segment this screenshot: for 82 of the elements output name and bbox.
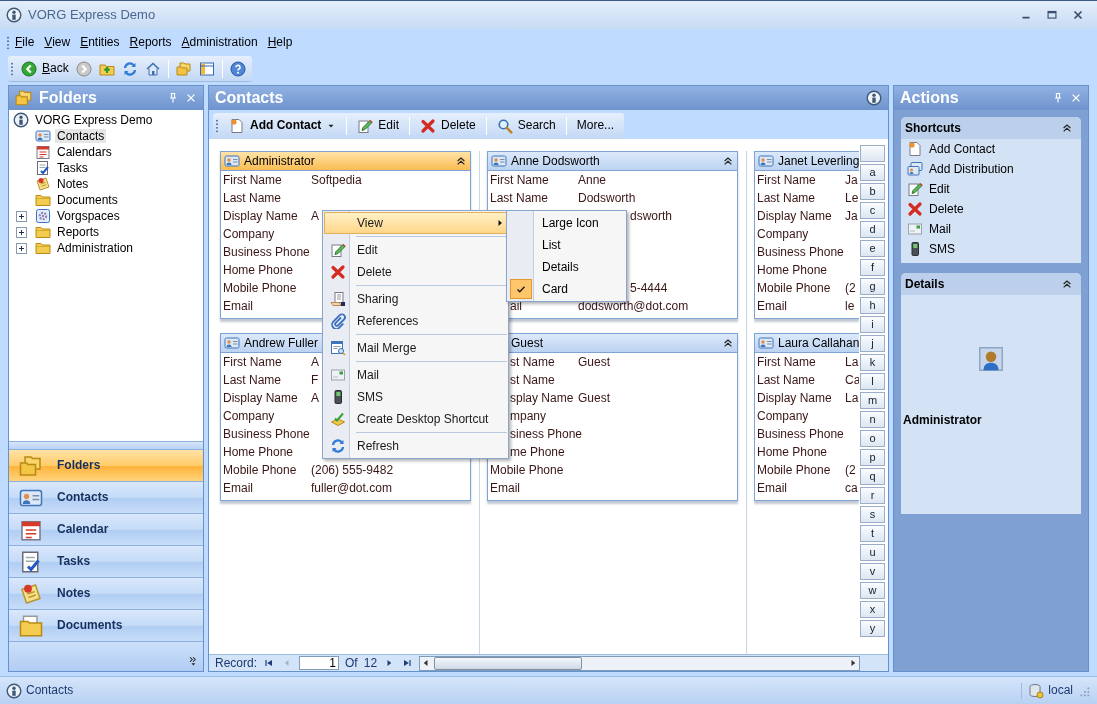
field-value: (2 [845,462,856,478]
panel-title: Folders [39,88,98,108]
field-value: La [845,354,859,370]
field-value: dsworth [630,208,673,224]
field-value: Ja [845,172,858,188]
field-label: Business Phone [757,426,845,442]
field-label: Last Name [490,190,550,206]
field-label: First Name [223,172,283,188]
field-label: Email [223,480,254,496]
status-text: Contacts [26,683,74,698]
card-title: Laura Callahan [778,335,859,351]
field-label: Company [757,408,810,424]
field-value: F [311,372,319,388]
field-value: Softpedia [311,172,362,188]
field-label: Company [757,226,810,242]
field-label: Mobile Phone [490,462,565,478]
field-value: A [311,390,319,406]
field-label: Display Name [757,208,833,224]
field-label: Mobile Phone [757,462,832,478]
field-value: A [311,208,319,224]
field-value: 5-4444 [630,280,668,296]
field-value: Le [845,190,859,206]
field-label: Email [757,480,788,496]
details-name: Administrator [902,413,982,428]
field-label: Display Name [223,208,299,224]
field-label: Home Phone [757,444,829,460]
card-title: Guest [511,335,543,351]
field-label: Display Name [757,390,833,406]
field-label: Company [223,408,276,424]
field-label: st Name [510,354,556,370]
field-label: Last Name [223,372,283,388]
field-label: Mobile Phone [757,280,832,296]
field-label: Home Phone [223,262,295,278]
record-of-label: Of [345,655,358,671]
field-value: A [311,354,319,370]
field-label: Last Name [757,372,817,388]
field-label: Last Name [223,190,283,206]
field-label: Mobile Phone [223,280,298,296]
field-value: dodsworth@dot.com [578,298,689,314]
status-text: local [1048,683,1073,698]
record-total: 12 [363,655,378,671]
field-value: Anne [578,172,607,188]
field-label: Mobile Phone [223,462,298,478]
field-value: fuller@dot.com [311,480,392,496]
field-label: splay Name [510,390,575,406]
field-label: Business Phone [223,244,311,260]
field-label: First Name [757,354,817,370]
field-label: me Phone [510,444,566,460]
card-title: Administrator [244,153,315,169]
field-value: Guest [578,354,610,370]
field-value: (206) 555-9482 [311,462,394,478]
field-label: Display Name [223,390,299,406]
field-label: mpany [510,408,548,424]
panel-title: Contacts [215,88,285,108]
field-value: le [845,298,855,314]
field-label: Home Phone [757,262,829,278]
section-title: Shortcuts [905,120,961,136]
field-label: Business Phone [223,426,311,442]
field-value: Dodsworth [578,190,636,206]
field-label: Last Name [757,190,817,206]
record-label: Record: [215,655,258,671]
field-value: La [845,390,859,406]
field-label: Home Phone [223,444,295,460]
field-label: First Name [757,172,817,188]
field-label: Email [490,480,521,496]
section-title: Details [905,276,945,292]
card-title: Janet Leverling [778,153,859,169]
field-label: First Name [490,172,550,188]
card-title: Anne Dodsworth [511,153,600,169]
field-label: Email [757,298,788,314]
field-value: (2 [845,280,856,296]
field-label: Company [223,226,276,242]
window-title: VORG Express Demo [28,7,156,23]
field-value: ca [845,480,858,496]
field-label: Business Phone [757,244,845,260]
field-label: Email [223,298,254,314]
card-title: Andrew Fuller [244,335,319,351]
field-label: st Name [510,372,556,388]
field-value: Ja [845,208,858,224]
field-label: First Name [223,354,283,370]
panel-title: Actions [900,88,960,108]
field-value: Guest [578,390,610,406]
